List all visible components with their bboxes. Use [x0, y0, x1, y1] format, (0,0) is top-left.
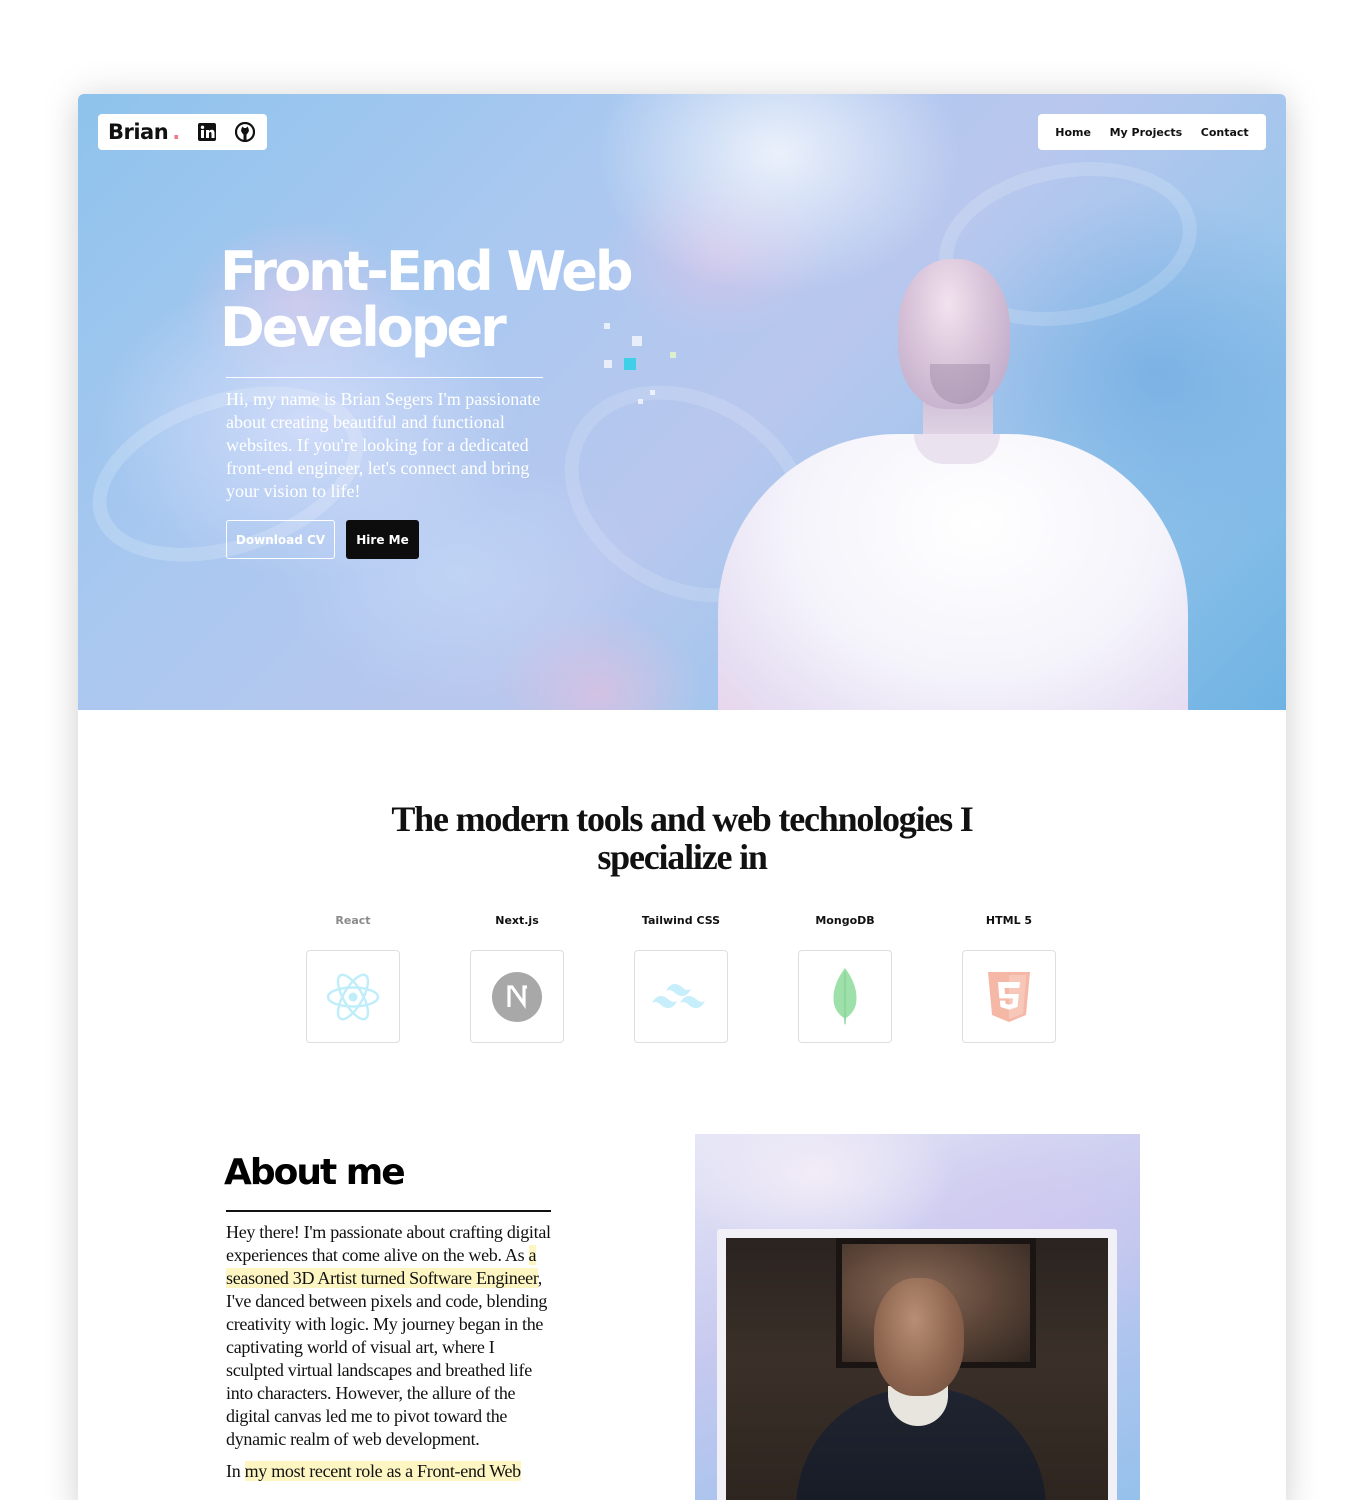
tech-card[interactable]: [634, 950, 728, 1043]
hire-me-button[interactable]: Hire Me: [346, 520, 419, 559]
about-image: [695, 1134, 1140, 1500]
about-title: About me: [224, 1152, 406, 1193]
about-text-span: Hey there! I'm passionate about crafting…: [226, 1222, 551, 1265]
tailwind-icon: [652, 983, 705, 1008]
about-paragraph: Hey there! I'm passionate about crafting…: [226, 1221, 556, 1451]
photo-head: [874, 1278, 964, 1396]
page-frame: Brian . Home My Projects Contact Front-E…: [78, 94, 1286, 1500]
about-text-span: In: [226, 1461, 245, 1481]
about-paragraph: In my most recent role as a Front-end We…: [226, 1460, 556, 1483]
tech-heading: The modern tools and web technologies I …: [391, 799, 973, 877]
tech-card[interactable]: [962, 950, 1056, 1043]
hero-portrait: [718, 244, 1188, 710]
about-body: Hey there! I'm passionate about crafting…: [226, 1221, 556, 1492]
tech-label: MongoDB: [815, 914, 875, 927]
hero-title: Front-End Web Developer: [220, 240, 634, 359]
about-highlight: my most recent role as a Front-end Web: [244, 1461, 521, 1481]
linkedin-icon[interactable]: [196, 121, 218, 143]
tech-label: Next.js: [495, 914, 539, 927]
about-photo: [726, 1238, 1108, 1500]
brand-dot: .: [172, 120, 181, 144]
tech-label: React: [335, 914, 371, 927]
brand-logo[interactable]: Brian: [108, 120, 169, 144]
html5-icon: [988, 971, 1030, 1022]
about-text-span: , I've danced between pixels and code, b…: [226, 1268, 548, 1449]
tech-card[interactable]: [798, 950, 892, 1043]
mongodb-icon: [833, 967, 857, 1026]
tech-label: HTML 5: [985, 914, 1033, 927]
main-nav: Home My Projects Contact: [1038, 114, 1266, 150]
hero-divider: [226, 377, 543, 378]
hero-section: Brian . Home My Projects Contact Front-E…: [78, 94, 1286, 710]
nav-home[interactable]: Home: [1055, 126, 1091, 139]
about-divider: [226, 1210, 551, 1212]
photo-frame: [717, 1229, 1117, 1500]
portrait-shirt: [718, 434, 1188, 710]
download-cv-button[interactable]: Download CV: [226, 520, 335, 559]
tech-card[interactable]: [470, 950, 564, 1043]
brand-bar: Brian .: [98, 114, 267, 150]
nav-contact[interactable]: Contact: [1201, 126, 1249, 139]
nextjs-icon: [492, 971, 542, 1022]
react-icon: [326, 973, 380, 1020]
nav-my-projects[interactable]: My Projects: [1110, 126, 1183, 139]
github-icon[interactable]: [234, 121, 256, 143]
tech-label: Tailwind CSS: [641, 914, 721, 927]
hero-intro: Hi, my name is Brian Segers I'm passiona…: [226, 389, 541, 501]
tech-card[interactable]: [306, 950, 400, 1043]
